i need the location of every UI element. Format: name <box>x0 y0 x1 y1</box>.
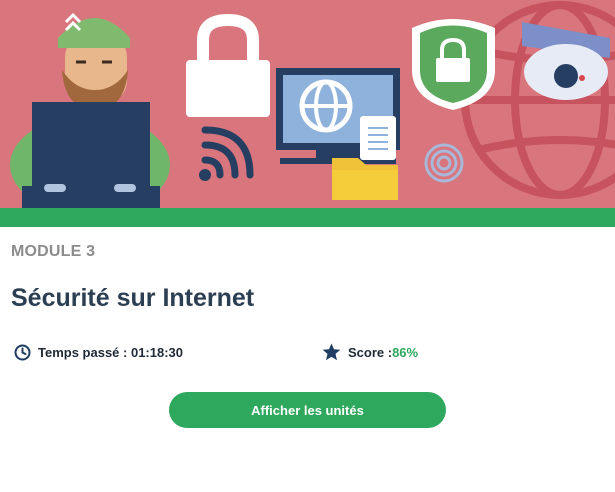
progress-accent-bar <box>0 208 615 227</box>
module-number-label: MODULE 3 <box>11 243 96 260</box>
module-banner-illustration <box>0 0 615 208</box>
module-card: MODULE 3 Sécurité sur Internet Temps pas… <box>0 0 615 492</box>
clock-icon <box>14 344 31 361</box>
module-title: Sécurité sur Internet <box>11 284 255 312</box>
score-value: 86% <box>392 344 419 360</box>
score-stat: Score : 86% <box>322 342 418 362</box>
time-spent-stat: Temps passé : 01:18:30 <box>14 342 183 362</box>
score-label: Score : <box>348 344 393 360</box>
view-units-button[interactable]: Afficher les unités <box>169 392 446 428</box>
star-icon <box>322 343 341 361</box>
time-spent-text: Temps passé : 01:18:30 <box>38 344 183 360</box>
